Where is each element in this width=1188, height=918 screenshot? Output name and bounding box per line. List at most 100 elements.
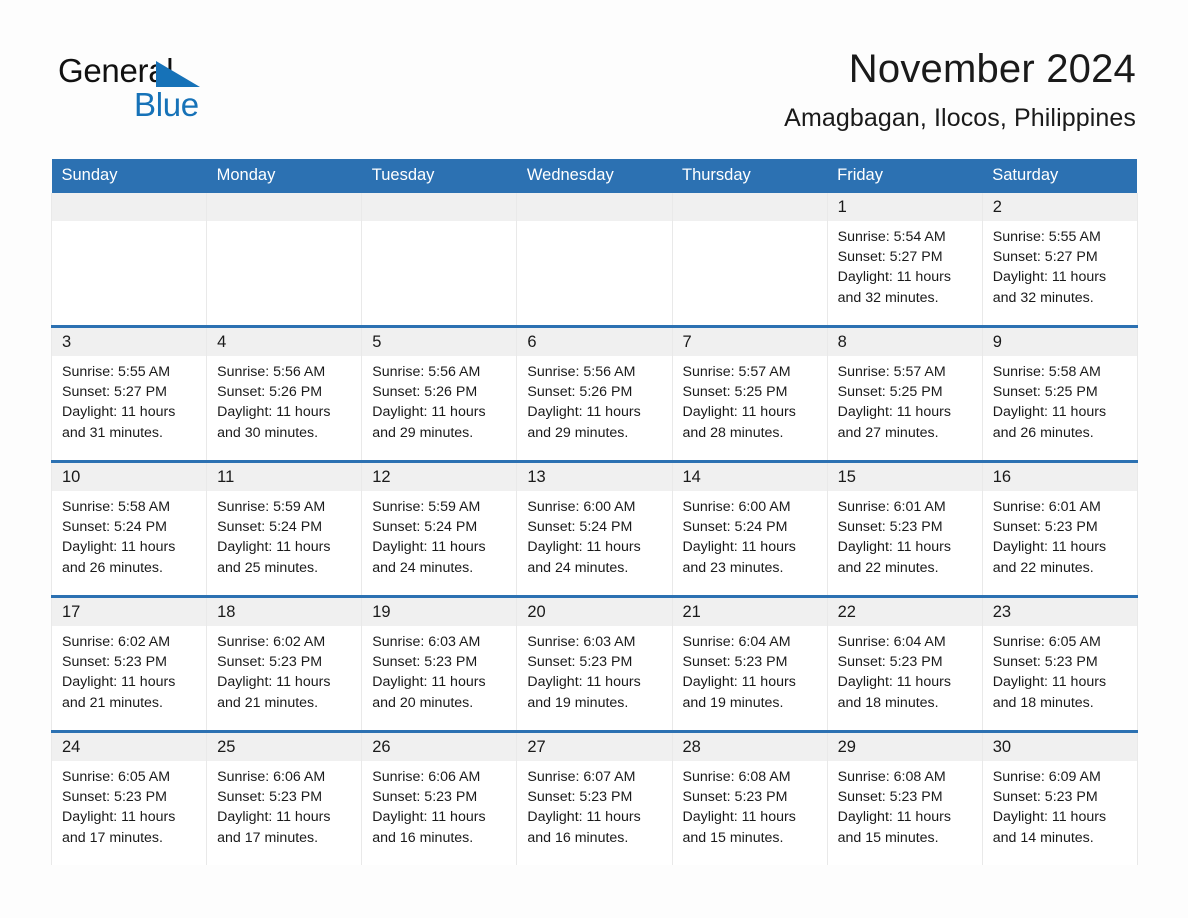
sunset-text: Sunset: 5:25 PM (992, 384, 1098, 401)
calendar-day-cell[interactable]: 26 Sunrise: 6:06 AM Sunset: 5:23 PM Dayligh… (361, 730, 518, 865)
daylight-text: Daylight: 11 hours and 21 minutes. (217, 674, 331, 711)
calendar-day-cell[interactable]: 4 Sunrise: 5:56 AM Sunset: 5:26 PM Daylight… (206, 325, 363, 462)
calendar-day-cell[interactable]: 20 Sunrise: 6:03 AM Sunset: 5:23 PM Dayligh… (516, 595, 673, 732)
sunset-text: Sunset: 5:24 PM (217, 519, 323, 536)
calendar-day-cell[interactable]: 10 Sunrise: 5:58 AM Sunset: 5:24 PM Dayligh… (50, 460, 208, 597)
day-details: Sunrise: 5:59 AM Sunset: 5:24 PM Daylight:… (207, 491, 361, 578)
day-number-bar: 5 (362, 328, 517, 356)
day-number-bar: 10 (52, 463, 207, 491)
calendar-day-cell[interactable]: 11 Sunrise: 5:59 AM Sunset: 5:24 PM Dayligh… (206, 460, 363, 597)
day-number-bar: 3 (52, 328, 207, 356)
calendar-day-cell[interactable]: 1 Sunrise: 5:54 AM Sunset: 5:27 PM Daylight… (826, 193, 983, 327)
calendar-day-cell[interactable]: 30 Sunrise: 6:09 AM Sunset: 5:23 PM Dayligh… (981, 730, 1138, 865)
day-number-bar: 29 (827, 733, 982, 761)
day-details: Sunrise: 5:56 AM Sunset: 5:26 PM Daylight:… (517, 356, 671, 443)
daylight-text: Daylight: 11 hours and 15 minutes. (837, 809, 951, 846)
day-details: Sunrise: 6:02 AM Sunset: 5:23 PM Daylight:… (207, 626, 361, 713)
daylight-text: Daylight: 11 hours and 17 minutes. (62, 809, 176, 846)
calendar-day-cell[interactable]: 27 Sunrise: 6:07 AM Sunset: 5:23 PM Dayligh… (516, 730, 673, 865)
day-details: Sunrise: 6:07 AM Sunset: 5:23 PM Daylight:… (517, 761, 671, 848)
calendar-day-cell[interactable]: 13 Sunrise: 6:00 AM Sunset: 5:24 PM Dayligh… (516, 460, 673, 597)
day-cell-content: 13 Sunrise: 6:00 AM Sunset: 5:24 PM Dayligh… (517, 463, 672, 595)
day-number-bar: 6 (517, 328, 672, 356)
calendar-week-row: 24 Sunrise: 6:05 AM Sunset: 5:23 PM Dayligh… (50, 730, 1138, 865)
calendar-day-cell[interactable]: 16 Sunrise: 6:01 AM Sunset: 5:23 PM Dayligh… (981, 460, 1138, 597)
calendar-day-cell[interactable]: 24 Sunrise: 6:05 AM Sunset: 5:23 PM Dayligh… (50, 730, 208, 865)
daylight-text: Daylight: 11 hours and 16 minutes. (372, 809, 486, 846)
calendar-day-cell[interactable]: 8 Sunrise: 5:57 AM Sunset: 5:25 PM Daylight… (826, 325, 983, 462)
sunset-text: Sunset: 5:23 PM (992, 519, 1098, 536)
sunrise-text: Sunrise: 6:03 AM (527, 634, 636, 650)
calendar-day-cell[interactable]: 23 Sunrise: 6:05 AM Sunset: 5:23 PM Dayligh… (981, 595, 1138, 732)
day-number: 24 (62, 738, 81, 756)
day-details: Sunrise: 5:54 AM Sunset: 5:27 PM Daylight:… (828, 221, 982, 308)
sunrise-text: Sunrise: 6:05 AM (62, 769, 171, 785)
location-subtitle: Amagbagan, Ilocos, Philippines (784, 104, 1136, 132)
calendar-week-row: 1 Sunrise: 5:54 AM Sunset: 5:27 PM Daylight… (50, 193, 1138, 327)
day-number: 8 (837, 333, 847, 351)
day-cell-content: 24 Sunrise: 6:05 AM Sunset: 5:23 PM Dayligh… (52, 733, 207, 865)
day-number: 26 (372, 738, 391, 756)
sunset-text: Sunset: 5:25 PM (682, 384, 788, 401)
calendar-day-cell[interactable]: 6 Sunrise: 5:56 AM Sunset: 5:26 PM Daylight… (516, 325, 673, 462)
calendar-day-cell[interactable]: 19 Sunrise: 6:03 AM Sunset: 5:23 PM Dayligh… (361, 595, 518, 732)
calendar-day-cell (671, 193, 828, 327)
sunset-text: Sunset: 5:23 PM (837, 519, 943, 536)
day-number-bar: 22 (827, 598, 982, 626)
day-number: 4 (217, 333, 227, 351)
day-number-bar: 24 (52, 733, 207, 761)
day-cell-content: 12 Sunrise: 5:59 AM Sunset: 5:24 PM Dayligh… (362, 463, 517, 595)
calendar-body: 1 Sunrise: 5:54 AM Sunset: 5:27 PM Daylight… (50, 193, 1138, 865)
calendar-day-cell[interactable]: 9 Sunrise: 5:58 AM Sunset: 5:25 PM Daylight… (981, 325, 1138, 462)
daylight-text: Daylight: 11 hours and 14 minutes. (992, 809, 1107, 846)
day-number: 3 (62, 333, 72, 351)
sunset-text: Sunset: 5:27 PM (837, 249, 943, 266)
calendar-day-cell[interactable]: 18 Sunrise: 6:02 AM Sunset: 5:23 PM Dayligh… (206, 595, 363, 732)
day-cell-content: 4 Sunrise: 5:56 AM Sunset: 5:26 PM Daylight… (207, 328, 362, 460)
daylight-text: Daylight: 11 hours and 22 minutes. (837, 539, 951, 576)
daylight-text: Daylight: 11 hours and 22 minutes. (992, 539, 1107, 576)
sunrise-text: Sunrise: 5:56 AM (372, 364, 481, 380)
calendar-day-cell[interactable]: 14 Sunrise: 6:00 AM Sunset: 5:24 PM Dayligh… (671, 460, 828, 597)
sunrise-text: Sunrise: 5:57 AM (682, 364, 791, 380)
day-cell-content: 21 Sunrise: 6:04 AM Sunset: 5:23 PM Dayligh… (672, 598, 827, 730)
logo-text-blue: Blue (134, 86, 199, 123)
daylight-text: Daylight: 11 hours and 29 minutes. (372, 404, 486, 441)
day-number: 21 (682, 603, 701, 621)
day-number-bar: 13 (517, 463, 672, 491)
sunrise-text: Sunrise: 5:56 AM (527, 364, 636, 380)
day-number: 25 (217, 738, 236, 756)
calendar-day-cell[interactable]: 28 Sunrise: 6:08 AM Sunset: 5:23 PM Dayligh… (671, 730, 828, 865)
day-details: Sunrise: 6:01 AM Sunset: 5:23 PM Daylight:… (828, 491, 982, 578)
day-number: 16 (992, 468, 1012, 486)
day-number: 29 (837, 738, 856, 756)
calendar-day-cell[interactable]: 29 Sunrise: 6:08 AM Sunset: 5:23 PM Dayligh… (826, 730, 983, 865)
calendar-day-cell[interactable]: 17 Sunrise: 6:02 AM Sunset: 5:23 PM Dayligh… (50, 595, 208, 732)
sunrise-text: Sunrise: 5:56 AM (217, 364, 326, 380)
daylight-text: Daylight: 11 hours and 20 minutes. (372, 674, 486, 711)
day-cell-content: 27 Sunrise: 6:07 AM Sunset: 5:23 PM Dayligh… (517, 733, 672, 865)
calendar-day-cell[interactable]: 22 Sunrise: 6:04 AM Sunset: 5:23 PM Dayligh… (826, 595, 983, 732)
calendar-day-cell[interactable]: 25 Sunrise: 6:06 AM Sunset: 5:23 PM Dayligh… (206, 730, 363, 865)
day-number: 28 (682, 738, 701, 756)
calendar-day-cell[interactable]: 5 Sunrise: 5:56 AM Sunset: 5:26 PM Daylight… (361, 325, 518, 462)
sunrise-text: Sunrise: 5:58 AM (992, 364, 1101, 380)
calendar-day-cell[interactable]: 21 Sunrise: 6:04 AM Sunset: 5:23 PM Dayligh… (671, 595, 828, 732)
day-number: 6 (527, 333, 537, 351)
sunset-text: Sunset: 5:24 PM (682, 519, 788, 536)
sunset-text: Sunset: 5:23 PM (837, 789, 943, 806)
sunrise-text: Sunrise: 6:02 AM (217, 634, 326, 650)
calendar-day-cell[interactable]: 2 Sunrise: 5:55 AM Sunset: 5:27 PM Daylight… (981, 193, 1138, 327)
calendar-day-cell[interactable]: 3 Sunrise: 5:55 AM Sunset: 5:27 PM Daylight… (50, 325, 208, 462)
sunset-text: Sunset: 5:23 PM (527, 789, 633, 806)
daylight-text: Daylight: 11 hours and 16 minutes. (527, 809, 641, 846)
day-details: Sunrise: 6:06 AM Sunset: 5:23 PM Daylight:… (362, 761, 516, 848)
sunrise-text: Sunrise: 5:55 AM (992, 229, 1101, 245)
day-details: Sunrise: 6:08 AM Sunset: 5:23 PM Daylight:… (673, 761, 827, 848)
day-details: Sunrise: 6:04 AM Sunset: 5:23 PM Daylight:… (673, 626, 827, 713)
day-cell-content: 15 Sunrise: 6:01 AM Sunset: 5:23 PM Dayligh… (827, 463, 982, 595)
calendar-day-cell[interactable]: 15 Sunrise: 6:01 AM Sunset: 5:23 PM Dayligh… (826, 460, 983, 597)
sunrise-text: Sunrise: 6:01 AM (992, 499, 1101, 515)
calendar-day-cell[interactable]: 12 Sunrise: 5:59 AM Sunset: 5:24 PM Dayligh… (361, 460, 518, 597)
calendar-day-cell[interactable]: 7 Sunrise: 5:57 AM Sunset: 5:25 PM Daylight… (671, 325, 828, 462)
